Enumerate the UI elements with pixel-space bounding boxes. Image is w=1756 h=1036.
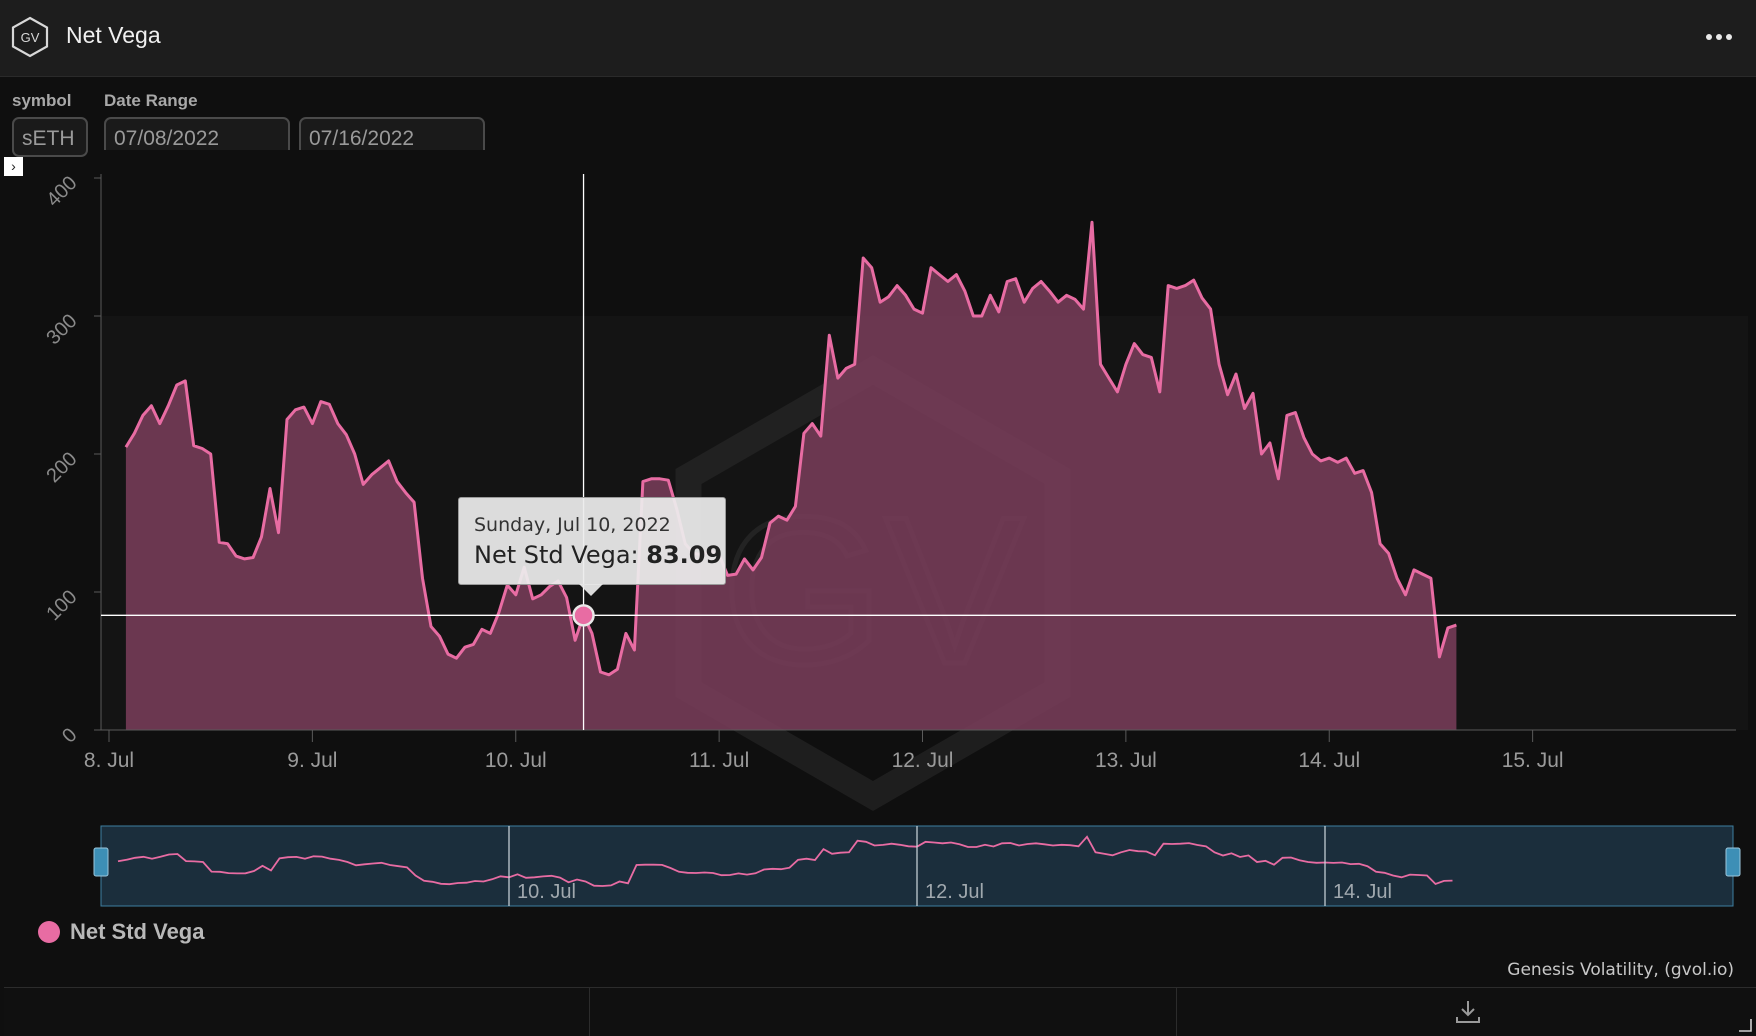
widget-title: Net Vega [66,22,161,48]
footer-divider [589,988,590,1036]
navigator-tick-label: 12. Jul [925,881,984,903]
y-tick-label: 100 [42,586,81,625]
tooltip-series-label: Net Std Vega: [474,541,639,569]
x-tick-label: 15. Jul [1502,749,1564,772]
navigator-tick-label: 14. Jul [1333,881,1392,903]
footer-divider [1176,988,1177,1036]
x-tick-label: 14. Jul [1298,749,1360,772]
footer-toolbar [4,987,1756,1036]
legend-marker [38,921,60,943]
tooltip-series-row: Net Std Vega: 83.09 [474,541,722,569]
y-tick-label: 0 [58,724,81,747]
x-tick-label: 13. Jul [1095,749,1157,772]
x-tick-label: 11. Jul [689,749,749,772]
navigator-tick-label: 10. Jul [517,881,576,903]
x-tick-label: 12. Jul [892,749,954,772]
chart-tooltip: Sunday, Jul 10, 2022 Net Std Vega: 83.09 [458,497,726,596]
x-tick-label: 9. Jul [287,749,337,772]
gv-logo-icon: GV [11,16,49,58]
tooltip-value: 83.09 [646,541,723,569]
net-vega-widget: GV Net Vega symbol Date Range sETH 07/08… [0,0,1756,1036]
x-tick-label: 8. Jul [84,749,134,772]
legend-label: Net Std Vega [70,919,205,944]
navigator-handle-right[interactable] [1725,847,1741,877]
tooltip-pointer [579,584,603,596]
net-vega-chart[interactable]: GV01002003004008. Jul9. Jul10. Jul11. Ju… [0,150,1756,910]
more-horizontal-icon[interactable] [1704,27,1734,47]
y-tick-label: 200 [42,448,81,487]
download-icon[interactable] [1454,998,1482,1026]
chart-credits[interactable]: Genesis Volatility, (gvol.io) [1507,960,1734,980]
y-tick-label: 400 [42,172,81,211]
x-tick-label: 10. Jul [485,749,547,772]
hover-point-marker [572,604,595,627]
date-range-label: Date Range [104,91,198,110]
resize-handle-icon[interactable] [1738,1018,1752,1032]
symbol-label: symbol [12,91,72,110]
logo-text: GV [21,30,40,45]
title-bar: GV Net Vega [0,0,1756,77]
y-tick-label: 300 [42,310,81,349]
navigator-handle-left[interactable] [93,847,109,877]
tooltip-date: Sunday, Jul 10, 2022 [474,514,671,536]
